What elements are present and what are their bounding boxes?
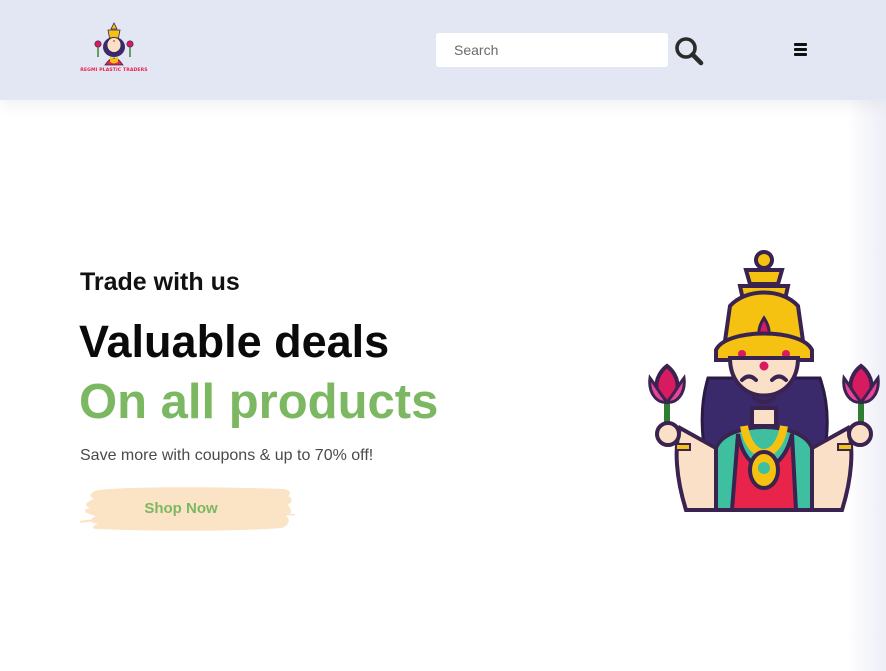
hamburger-menu-icon-bar [794, 47, 807, 51]
site-header: REGMI PLASTIC TRADERS [0, 0, 886, 100]
shop-now-button[interactable]: Shop Now [78, 484, 296, 534]
site-logo[interactable]: REGMI PLASTIC TRADERS [78, 20, 150, 80]
search-icon [675, 37, 704, 66]
shop-now-label: Shop Now [144, 500, 218, 517]
logo-goddess-icon [94, 22, 134, 66]
hamburger-menu-icon-bar [794, 43, 807, 46]
search-button[interactable] [673, 35, 705, 67]
menu-button[interactable] [794, 43, 808, 57]
hero-description: Save more with coupons & up to 70% off! [80, 447, 374, 464]
hamburger-menu-icon-bar [794, 52, 807, 56]
hero-subtitle: Trade with us [80, 268, 240, 296]
page: REGMI PLASTIC TRADERS Trade with us Valu… [0, 0, 886, 671]
logo-text: REGMI PLASTIC TRADERS [80, 68, 148, 73]
hero-accent-title: On all products [79, 375, 439, 429]
search-input[interactable] [436, 33, 668, 67]
hero-title: Valuable deals [79, 316, 390, 367]
hero-goddess-illustration [646, 248, 882, 516]
goddess-illustration-icon [648, 250, 880, 512]
